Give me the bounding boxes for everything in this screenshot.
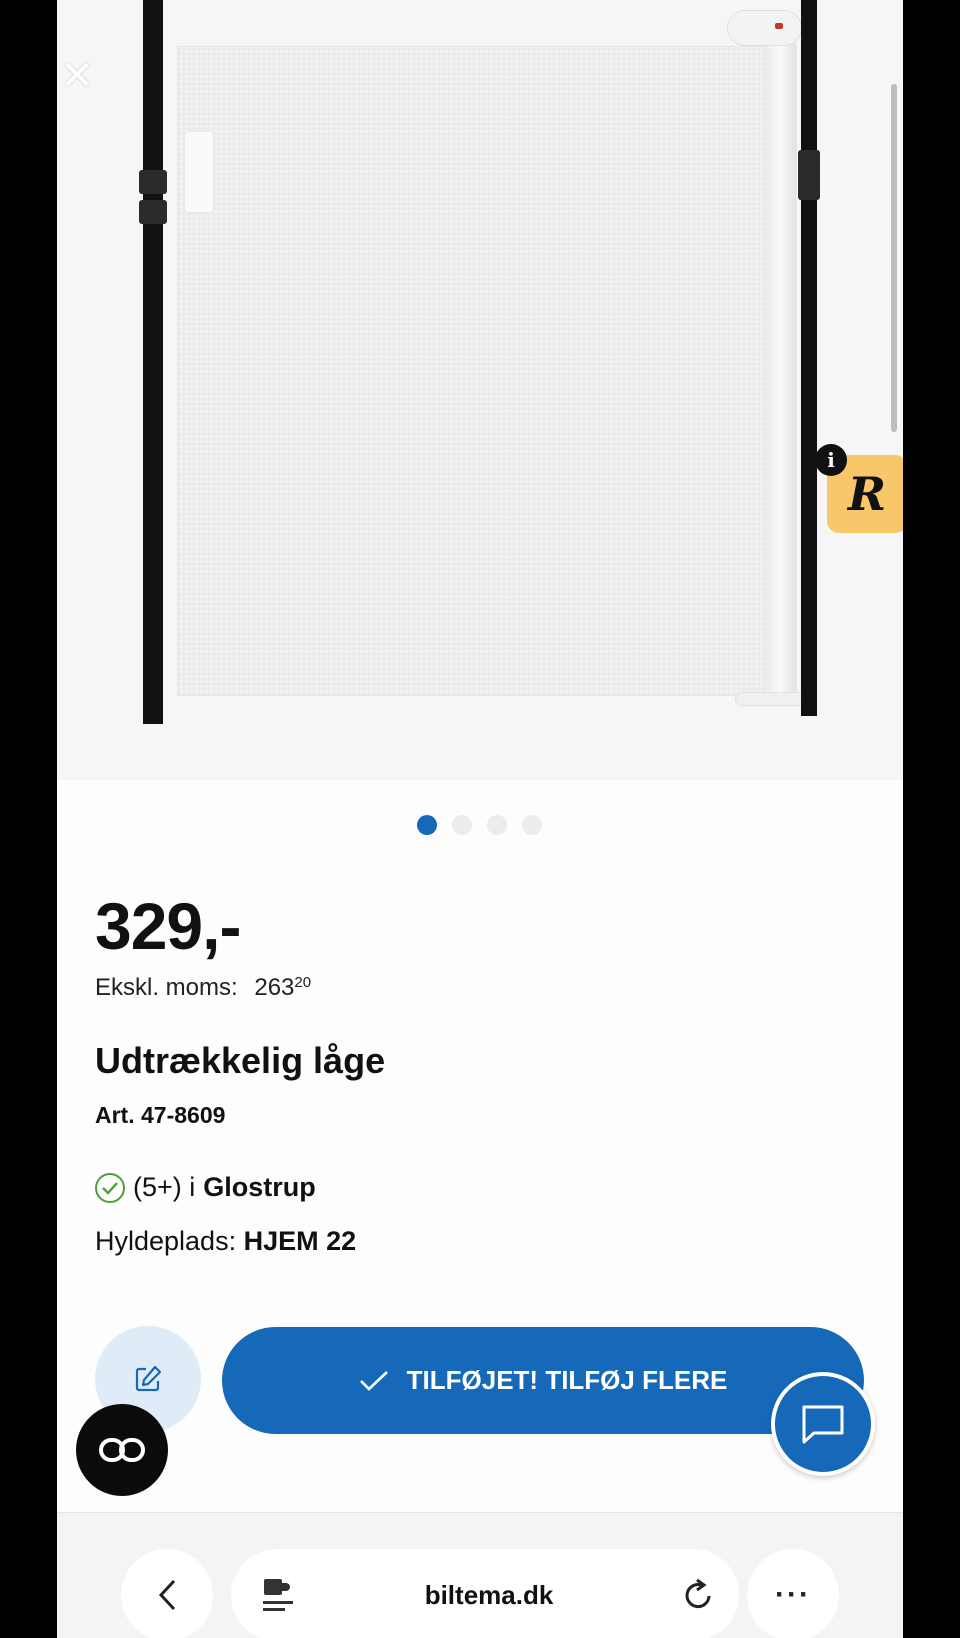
gate-pole-right (798, 0, 820, 716)
gallery-dot[interactable] (487, 815, 507, 835)
shelf-label: Hyldeplads: (95, 1226, 237, 1256)
excl-vat-label: Ekskl. moms: (95, 974, 238, 1001)
gallery-dots (417, 815, 542, 835)
chat-button[interactable] (771, 1372, 875, 1476)
more-options-button[interactable]: ··· (747, 1549, 839, 1638)
back-button[interactable] (121, 1549, 213, 1638)
reload-icon[interactable] (683, 1578, 715, 1612)
gate-mesh (177, 46, 797, 696)
checkmark-icon (359, 1370, 388, 1391)
add-to-list-button[interactable]: TILFØJET! TILFØJ FLERE (222, 1327, 864, 1434)
gallery-dot[interactable] (417, 815, 437, 835)
chevron-left-icon (158, 1579, 176, 1611)
link-icon (99, 1438, 145, 1462)
excl-vat-cents: 20 (294, 974, 312, 991)
gallery-dot[interactable] (522, 815, 542, 835)
link-button[interactable] (76, 1404, 168, 1496)
info-icon[interactable]: i (815, 444, 847, 476)
address-bar[interactable]: biltema.dk (231, 1549, 739, 1638)
gate-roller-top (727, 10, 802, 46)
check-circle-icon (95, 1172, 125, 1203)
shelf-value: HJEM 22 (243, 1226, 357, 1256)
extensions-icon (263, 1579, 293, 1611)
gate-handle (184, 131, 214, 213)
app-frame: ✕ R i 329,- Ekskl. moms: 26320 Udtrækkel… (57, 0, 903, 1638)
price: 329,- (95, 889, 241, 963)
close-icon[interactable]: ✕ (57, 56, 97, 96)
gallery-dot[interactable] (452, 815, 472, 835)
stock-count: (5+) i (133, 1172, 196, 1202)
product-title: Udtrækkelig låge (95, 1040, 386, 1081)
product-image[interactable]: ✕ R i (57, 0, 903, 780)
article-number: Art. 47-8609 (95, 1102, 226, 1128)
browser-toolbar: biltema.dk ··· (57, 1512, 903, 1638)
chat-icon (802, 1405, 844, 1444)
url-text: biltema.dk (424, 1579, 554, 1610)
stock-location[interactable]: Glostrup (203, 1172, 316, 1203)
edit-icon (135, 1365, 162, 1392)
add-button-label: TILFØJET! TILFØJ FLERE (406, 1365, 728, 1395)
scrollbar[interactable] (891, 84, 897, 432)
gate-roller (764, 40, 796, 700)
price-excl-vat: Ekskl. moms: 26320 (95, 974, 311, 1002)
excl-vat-amount: 263 (254, 974, 295, 1001)
stock-status: (5+) i Glostrup (95, 1172, 316, 1203)
gate-pole-left (139, 0, 167, 724)
shelf-location: Hyldeplads: HJEM 22 (95, 1226, 356, 1257)
